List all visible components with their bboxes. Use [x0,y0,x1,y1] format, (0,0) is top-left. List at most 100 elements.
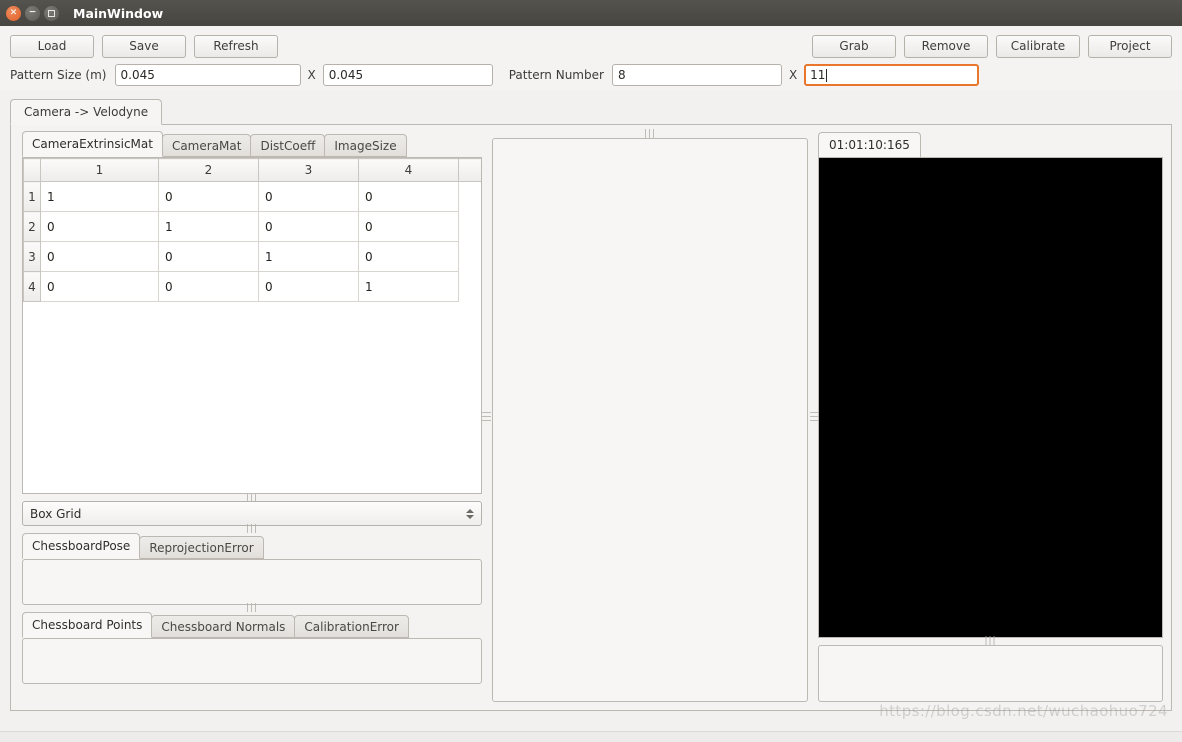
pose-content-area[interactable] [22,559,482,605]
tab-chessboard-points[interactable]: Chessboard Points [22,612,152,638]
splitter-dots-icon: ||| [481,410,491,422]
minimize-icon: − [29,8,37,17]
pattern-number-label: Pattern Number [509,68,604,82]
row-header-1[interactable]: 1 [24,182,41,212]
desktop-bottom-strip [0,731,1182,742]
row-header-2[interactable]: 2 [24,212,41,242]
toolbar: Load Save Refresh Grab Remove Calibrate … [0,26,1182,90]
cell-r2-filler [459,212,482,242]
splitter-handle-left-2[interactable]: ||| [22,526,482,533]
pattern-number-separator: X [789,68,797,82]
maximize-button[interactable] [44,6,59,21]
splitter-handle-center[interactable]: ||| [492,131,808,138]
cell-r3c3[interactable]: 1 [259,242,359,272]
cell-r2c4[interactable]: 0 [359,212,459,242]
table-row: 3 0 0 1 0 [24,242,482,272]
cell-r1-filler [459,182,482,212]
cell-r1c1[interactable]: 1 [41,182,159,212]
column-header-2[interactable]: 2 [159,159,259,182]
pattern-size-width-input[interactable] [115,64,301,86]
project-button[interactable]: Project [1088,35,1172,58]
matrix-table: 1 2 3 4 1 1 0 0 0 [23,158,481,302]
table-row: 4 0 0 0 1 [24,272,482,302]
splitter-handle-left-1[interactable]: ||| [22,494,482,501]
cell-r3c1[interactable]: 0 [41,242,159,272]
window-title: MainWindow [73,6,163,21]
maximize-icon [48,10,55,17]
splitter-handle-left-3[interactable]: ||| [22,605,482,612]
minimize-button[interactable]: − [25,6,40,21]
cell-r3c4[interactable]: 0 [359,242,459,272]
column-header-1[interactable]: 1 [41,159,159,182]
points-content-area[interactable] [22,638,482,684]
pattern-number-cols-input[interactable] [612,64,782,86]
tab-image-size[interactable]: ImageSize [324,134,406,157]
cell-r4c4[interactable]: 1 [359,272,459,302]
calibrate-button[interactable]: Calibrate [996,35,1080,58]
tab-dist-coeff[interactable]: DistCoeff [250,134,325,157]
cell-r4c3[interactable]: 0 [259,272,359,302]
right-bottom-panel[interactable] [818,645,1163,702]
splitter-handle-vertical-2[interactable]: ||| [810,131,818,702]
outer-tab-strip: Camera -> Velodyne [10,98,1172,125]
splitter-dots-icon: ||| [644,131,656,138]
matrix-table-head: 1 2 3 4 [24,159,482,182]
close-icon: × [10,8,18,17]
toolbar-button-row: Load Save Refresh Grab Remove Calibrate … [10,32,1172,60]
cell-r4c2[interactable]: 0 [159,272,259,302]
grab-button[interactable]: Grab [812,35,896,58]
tab-camera-mat[interactable]: CameraMat [162,134,252,157]
refresh-button[interactable]: Refresh [194,35,278,58]
pattern-size-height-input[interactable] [323,64,493,86]
tab-calibration-error[interactable]: CalibrationError [294,615,409,638]
cell-r2c3[interactable]: 0 [259,212,359,242]
cell-r3c2[interactable]: 0 [159,242,259,272]
cell-r2c2[interactable]: 1 [159,212,259,242]
splitter-dots-icon: ||| [246,605,258,612]
camera-image-view[interactable] [818,157,1163,638]
matrix-table-container[interactable]: 1 2 3 4 1 1 0 0 0 [22,157,482,494]
cell-r2c1[interactable]: 0 [41,212,159,242]
video-tab-strip: 01:01:10:165 [818,131,1163,157]
cell-r1c4[interactable]: 0 [359,182,459,212]
tab-camera-velodyne[interactable]: Camera -> Velodyne [10,99,162,125]
tab-chessboard-pose[interactable]: ChessboardPose [22,533,140,559]
save-button[interactable]: Save [102,35,186,58]
splitter-handle-right[interactable]: ||| [818,638,1163,645]
tab-camera-extrinsic-mat[interactable]: CameraExtrinsicMat [22,131,163,157]
close-button[interactable]: × [6,6,21,21]
tab-timestamp[interactable]: 01:01:10:165 [818,132,921,157]
table-corner-cell [24,159,41,182]
cell-r3-filler [459,242,482,272]
splitter-dots-icon: ||| [246,526,258,533]
row-header-3[interactable]: 3 [24,242,41,272]
spinner-arrows-icon[interactable] [463,509,477,519]
splitter-dots-icon: ||| [246,494,258,501]
title-bar: × − MainWindow [0,0,1182,26]
toolbar-field-row: Pattern Size (m) X Pattern Number X 11 [10,60,1172,90]
cell-r1c3[interactable]: 0 [259,182,359,212]
pattern-number-rows-input[interactable]: 11 [804,64,979,86]
tab-reprojection-error[interactable]: ReprojectionError [139,536,263,559]
cell-r1c2[interactable]: 0 [159,182,259,212]
splitter-dots-icon: ||| [809,410,819,422]
points-tab-strip: Chessboard Points Chessboard Normals Cal… [22,612,482,638]
point-cloud-viewport[interactable] [492,138,808,702]
matrix-header-row: 1 2 3 4 [24,159,482,182]
column-header-3[interactable]: 3 [259,159,359,182]
load-button[interactable]: Load [10,35,94,58]
cell-r4c1[interactable]: 0 [41,272,159,302]
table-row: 1 1 0 0 0 [24,182,482,212]
remove-button[interactable]: Remove [904,35,988,58]
column-header-filler [459,159,482,182]
pattern-size-label: Pattern Size (m) [10,68,107,82]
matrix-table-body: 1 1 0 0 0 2 0 1 0 0 [24,182,482,302]
text-caret [826,69,827,82]
row-header-4[interactable]: 4 [24,272,41,302]
splitter-handle-vertical-1[interactable]: ||| [482,131,490,702]
column-header-4[interactable]: 4 [359,159,459,182]
grid-type-selector[interactable]: Box Grid [22,501,482,526]
left-column: CameraExtrinsicMat CameraMat DistCoeff I… [16,131,482,702]
tab-chessboard-normals[interactable]: Chessboard Normals [151,615,295,638]
splitter-dots-icon: ||| [984,638,996,645]
